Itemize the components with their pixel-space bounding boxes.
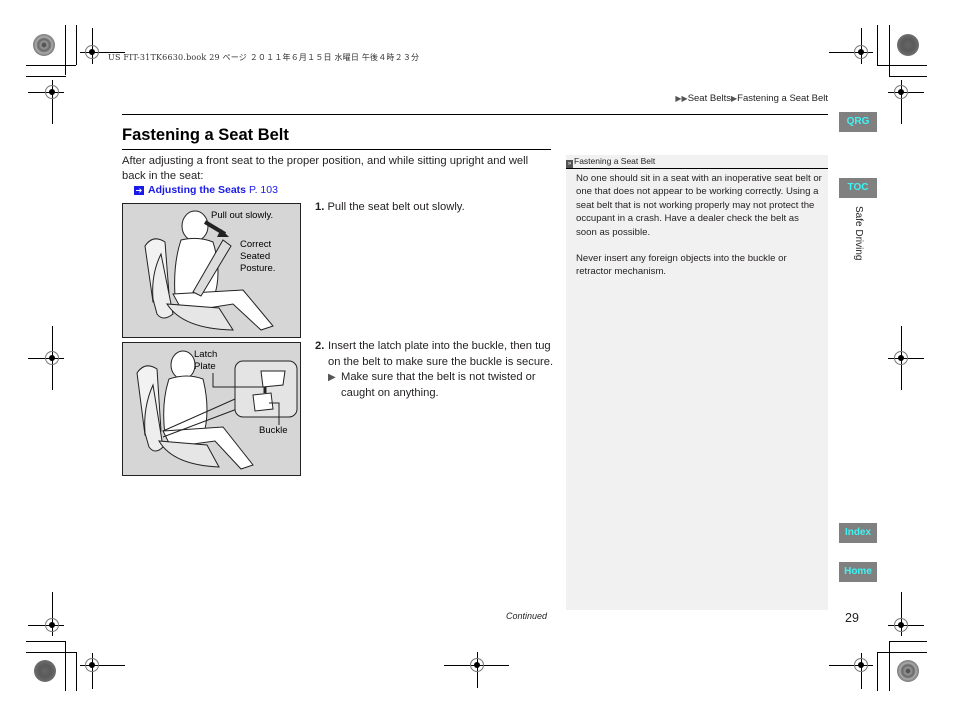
crop-line: [76, 652, 77, 691]
step-text: Insert the latch plate into the buckle, …: [328, 340, 554, 368]
registration-disc-icon: [33, 34, 55, 56]
figure-label-pull-out: Pull out slowly.: [211, 210, 274, 221]
sidebar-note-paragraph: No one should sit in a seat with an inop…: [576, 173, 822, 238]
crop-line: [877, 25, 878, 65]
registration-mark-icon: [894, 85, 908, 99]
registration-mark-icon: [894, 351, 908, 365]
registration-mark-icon: [45, 618, 59, 632]
page-title: Fastening a Seat Belt: [122, 126, 289, 144]
header-divider: [122, 114, 828, 115]
registration-mark-icon: [894, 618, 908, 632]
crop-line: [26, 652, 76, 653]
registration-disc-icon: [34, 660, 56, 682]
crop-line: [889, 25, 890, 77]
registration-disc-icon: [897, 34, 919, 56]
registration-mark-icon: [45, 351, 59, 365]
crop-line: [76, 25, 77, 65]
figure-label-posture: Correct Seated Posture.: [240, 239, 276, 274]
figure-label-buckle: Buckle: [259, 425, 288, 436]
step-1: 1. Pull the seat belt out slowly.: [315, 200, 555, 216]
registration-mark-icon: [45, 85, 59, 99]
crop-line: [889, 641, 927, 642]
crop-line: [65, 25, 66, 75]
crop-line: [889, 641, 890, 691]
registration-mark-icon: [470, 658, 484, 672]
registration-disc-icon: [897, 660, 919, 682]
subpoint-text: Make sure that the belt is not twisted o…: [341, 371, 536, 399]
step-text: Pull the seat belt out slowly.: [327, 201, 465, 213]
qrg-button[interactable]: QRG: [839, 112, 877, 132]
print-file-header: US FIT-31TK6630.book 29 ページ ２０１１年６月１５日 水…: [108, 53, 420, 62]
crop-line: [889, 76, 927, 77]
page-number: 29: [845, 611, 859, 625]
crop-line: [65, 641, 66, 691]
step-subpoint: ▶ Make sure that the belt is not twisted…: [328, 370, 555, 401]
right-triangle-icon: ▶: [328, 372, 336, 383]
breadcrumb-item-current: Fastening a Seat Belt: [737, 93, 828, 104]
breadcrumb-item-seat-belts[interactable]: Seat Belts: [688, 93, 731, 104]
right-triangle-icon: ▶▶: [675, 94, 688, 103]
step-number: 1.: [315, 201, 325, 213]
cross-reference-link[interactable]: ➔ Adjusting the Seats P. 103: [134, 184, 278, 196]
registration-mark-icon: [854, 45, 868, 59]
crop-line: [877, 652, 878, 691]
sidebar-note-paragraph: Never insert any foreign objects into th…: [576, 253, 787, 278]
sidebar-note-header: » Fastening a Seat Belt: [566, 155, 828, 169]
sidebar-note: » Fastening a Seat Belt No one should sit…: [566, 155, 828, 610]
sidebar-note-body: No one should sit in a seat with an inop…: [576, 172, 822, 292]
registration-mark-icon: [854, 658, 868, 672]
crop-line: [26, 65, 76, 66]
registration-mark-icon: [85, 45, 99, 59]
title-divider: [122, 149, 551, 150]
section-tab-safe-driving[interactable]: Safe Driving: [853, 206, 864, 260]
index-button[interactable]: Index: [839, 523, 877, 543]
crop-line: [26, 76, 66, 77]
crop-line: [26, 641, 66, 642]
cross-reference-arrow-icon: ➔: [134, 186, 144, 195]
registration-mark-icon: [85, 658, 99, 672]
figure-label-latch-plate: Latch Plate: [194, 349, 218, 372]
continued-label: Continued: [506, 611, 548, 621]
xref-label[interactable]: Adjusting the Seats: [148, 184, 246, 196]
breadcrumb: ▶▶Seat Belts▶Fastening a Seat Belt: [675, 93, 828, 104]
double-chevron-icon: »: [566, 160, 573, 168]
pull-belt-illustration: Pull out slowly. Correct Seated Posture.: [122, 203, 301, 338]
crop-line: [877, 652, 927, 653]
crop-line: [877, 65, 927, 66]
toc-button[interactable]: TOC: [839, 178, 877, 198]
home-button[interactable]: Home: [839, 562, 877, 582]
intro-text: After adjusting a front seat to the prop…: [122, 155, 529, 182]
step-2: 2. Insert the latch plate into the buckl…: [315, 339, 555, 401]
insert-latch-illustration: Latch Plate Buckle: [122, 342, 301, 476]
xref-page[interactable]: P. 103: [249, 184, 278, 196]
sidebar-note-title: Fastening a Seat Belt: [574, 156, 656, 166]
step-number: 2.: [315, 340, 325, 352]
